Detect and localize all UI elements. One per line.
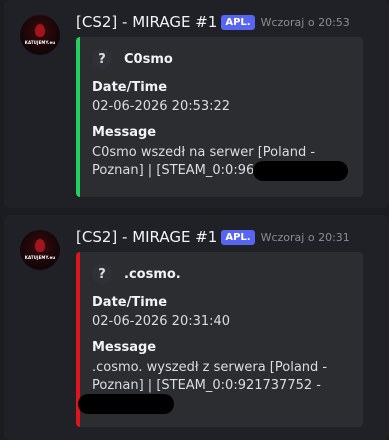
avatar-logo-text: KATUJEMY.eu <box>24 255 56 260</box>
embed-author: ? C0smo <box>92 49 173 69</box>
embed-author-name: C0smo <box>124 51 173 67</box>
avatar[interactable]: KATUJEMY.eu <box>20 15 60 55</box>
embed-author: ? .cosmo. <box>92 264 181 284</box>
field-name-datetime: Date/Time <box>92 295 168 310</box>
field-value-message: .cosmo. wyszedł z serwera [Poland - Pozn… <box>92 360 328 393</box>
field-name-message: Message <box>92 340 157 355</box>
message-header: [CS2] - MIRAGE #1 APL. Wczoraj o 20:31 <box>76 226 350 248</box>
field-name-datetime: Date/Time <box>92 80 168 95</box>
field-value-datetime: 02-06-2026 20:31:40 <box>92 314 231 329</box>
chat-message: KATUJEMY.eu [CS2] - MIRAGE #1 APL. Wczor… <box>4 0 389 208</box>
question-mark-icon: ? <box>92 49 112 69</box>
embed: ? .cosmo. Date/Time 02-06-2026 20:31:40 … <box>76 252 363 427</box>
timestamp[interactable]: Wczoraj o 20:53 <box>261 16 350 29</box>
message-header: [CS2] - MIRAGE #1 APL. Wczoraj o 20:53 <box>76 11 350 33</box>
avatar[interactable]: KATUJEMY.eu <box>20 230 60 270</box>
app-badge: APL. <box>221 14 255 30</box>
field-name-message: Message <box>92 125 157 140</box>
embed: ? C0smo Date/Time 02-06-2026 20:53:22 Me… <box>76 37 363 197</box>
logo-emblem-icon <box>35 24 45 37</box>
chat-message: KATUJEMY.eu [CS2] - MIRAGE #1 APL. Wczor… <box>4 215 389 440</box>
author-name[interactable]: [CS2] - MIRAGE #1 <box>76 13 217 31</box>
field-value-datetime: 02-06-2026 20:53:22 <box>92 99 231 114</box>
avatar-logo-text: KATUJEMY.eu <box>24 40 56 45</box>
author-name[interactable]: [CS2] - MIRAGE #1 <box>76 228 217 246</box>
redaction-mark <box>253 161 348 181</box>
logo-emblem-icon <box>35 239 45 252</box>
timestamp[interactable]: Wczoraj o 20:31 <box>261 231 350 244</box>
app-badge: APL. <box>221 229 255 245</box>
embed-author-name: .cosmo. <box>124 266 181 282</box>
question-mark-icon: ? <box>92 264 112 284</box>
embed-color-stripe <box>76 37 80 197</box>
redaction-mark <box>78 394 174 414</box>
